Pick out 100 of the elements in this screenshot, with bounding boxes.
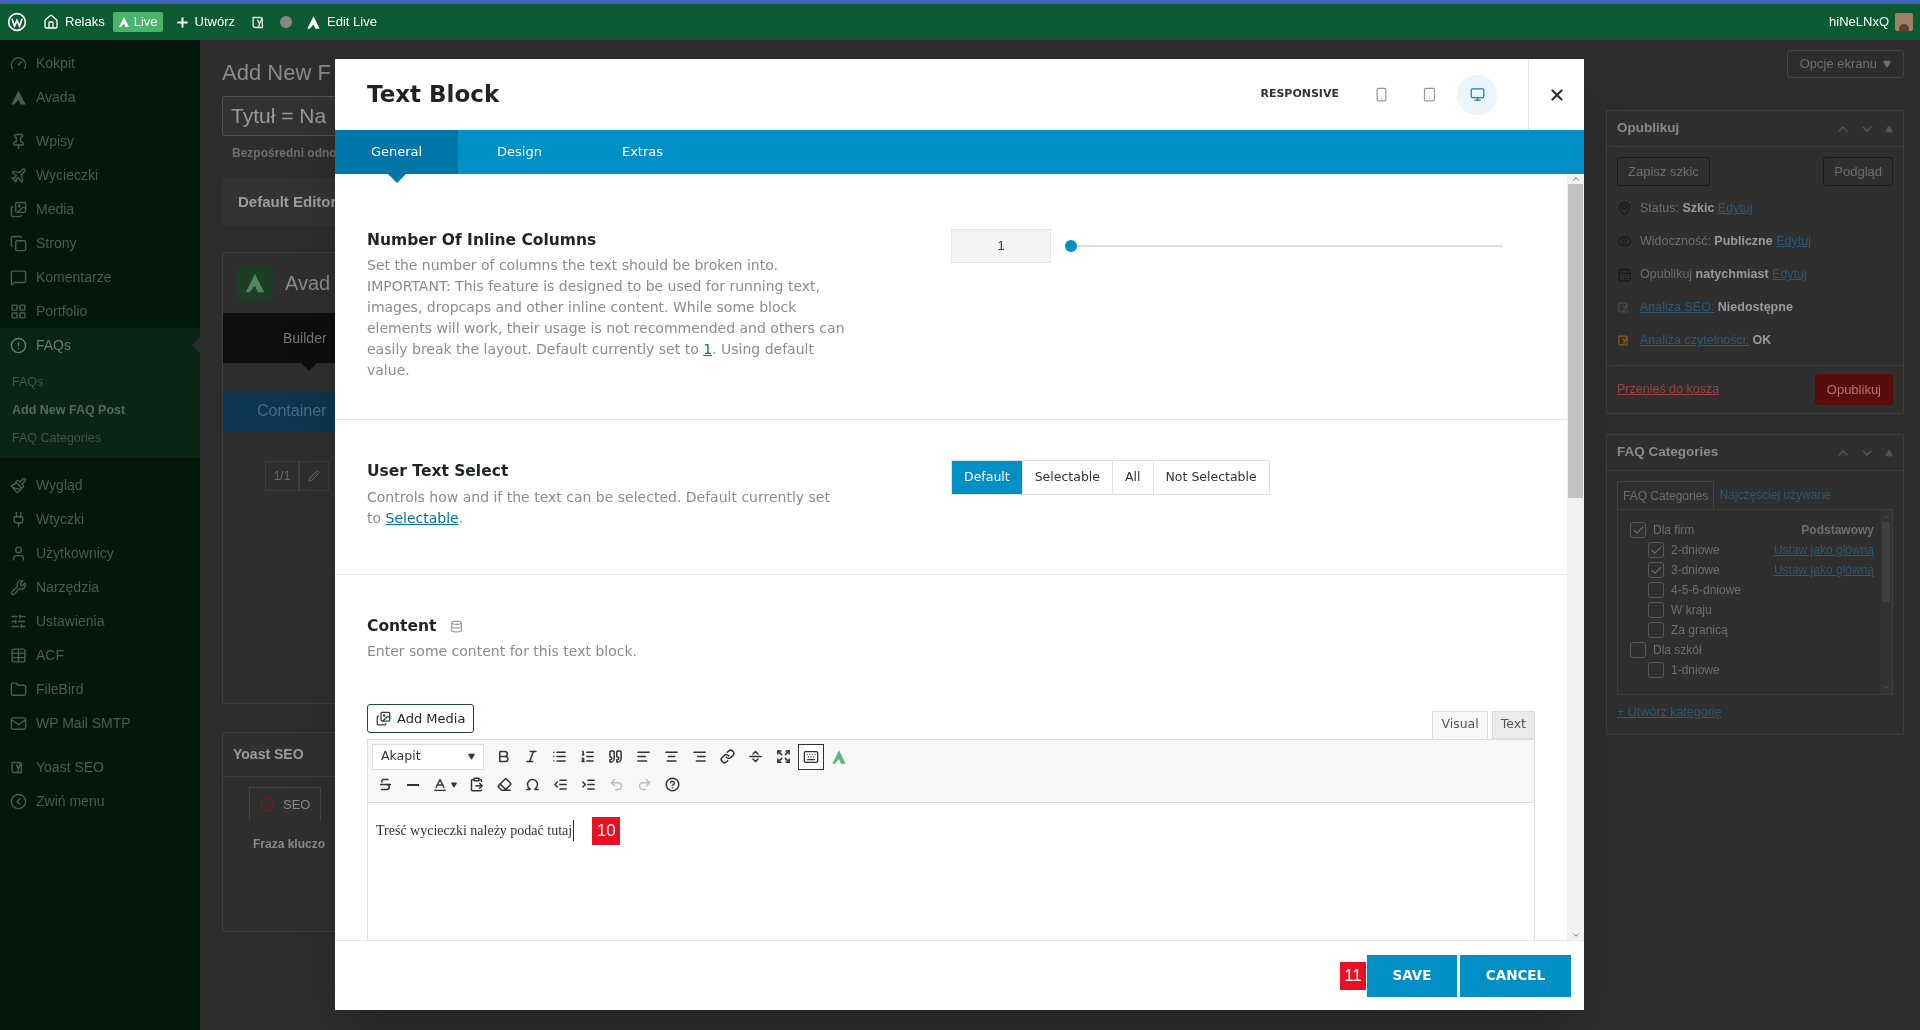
tab[interactable]: Design	[458, 130, 581, 174]
help-icon	[664, 777, 680, 793]
user-menu[interactable]: hiNeLNxQ	[1829, 12, 1913, 32]
sidebar-item[interactable]: Ustawienia	[0, 604, 200, 638]
checkbox[interactable]	[1648, 582, 1664, 598]
sidebar-item[interactable]: Narzędzia	[0, 570, 200, 604]
sidebar-item[interactable]: Użytkownicy	[0, 536, 200, 570]
edit-link[interactable]: Edytuj	[1776, 234, 1811, 249]
edit-link[interactable]: Edytuj	[1717, 201, 1753, 216]
publish-button[interactable]: Opublikuj	[1814, 374, 1893, 405]
checkbox[interactable]	[1648, 542, 1664, 558]
save-button[interactable]: SAVE	[1367, 954, 1457, 997]
edit-live-link[interactable]: Edit Live	[306, 12, 377, 32]
checkbox[interactable]	[1648, 602, 1664, 618]
analysis-link[interactable]: Analiza SEO:	[1640, 300, 1715, 315]
save-draft-button[interactable]: Zapisz szkic	[1617, 157, 1710, 186]
new-link[interactable]: Utwórz	[174, 12, 236, 32]
tab[interactable]: Extras	[581, 130, 704, 174]
category-label: Dla firm	[1653, 522, 1696, 539]
sidebar-item[interactable]: Zwiń menu	[0, 784, 200, 818]
collapse-icon[interactable]	[1885, 124, 1893, 133]
columns-slider[interactable]	[1065, 240, 1503, 252]
sidebar-item[interactable]: Wtyczki	[0, 502, 200, 536]
submenu-item[interactable]: FAQs	[0, 368, 200, 396]
category-label: 4-5-6-dniowe	[1671, 582, 1743, 599]
column-size-label[interactable]: 1/1	[265, 461, 299, 491]
sidebar-item[interactable]: WP Mail SMTP	[0, 706, 200, 740]
live-badge[interactable]: Live	[112, 12, 163, 32]
sad-face-icon	[260, 797, 275, 812]
sidebar-item[interactable]: FAQs	[0, 328, 200, 362]
device-button[interactable]	[1457, 74, 1497, 115]
align-right-icon	[691, 749, 707, 765]
italic-icon	[523, 749, 539, 765]
columns-value-field[interactable]: 1	[951, 229, 1051, 263]
preview-button[interactable]: Podgląd	[1823, 157, 1893, 186]
checkbox[interactable]	[1648, 562, 1664, 578]
make-primary-link[interactable]: Ustaw jako główną	[1773, 541, 1874, 559]
trash-link[interactable]: Przenieś do kosza	[1617, 380, 1720, 399]
cancel-button[interactable]: CANCEL	[1460, 954, 1571, 997]
checkbox[interactable]	[1630, 522, 1646, 538]
scrollbar[interactable]	[1880, 510, 1892, 694]
builder-tab[interactable]: Builder	[283, 327, 327, 349]
avada-icon	[10, 88, 27, 106]
dashboard-icon	[10, 54, 27, 72]
keyboard-icon	[803, 748, 819, 765]
sidebar-item[interactable]: Wygląd	[0, 468, 200, 502]
pages-icon	[10, 234, 27, 252]
edit-link[interactable]: Edytuj	[1772, 267, 1807, 282]
site-link[interactable]: Relaks	[43, 12, 105, 32]
editor-tab[interactable]: Visual	[1432, 710, 1488, 739]
option-description: Enter some content for this text block.	[367, 641, 638, 661]
redo-icon	[636, 777, 652, 793]
sidebar-item[interactable]: Yoast SEO	[0, 750, 200, 784]
sidebar-item[interactable]: Kokpit	[0, 46, 200, 80]
default-value-link[interactable]: 1	[703, 341, 713, 358]
sidebar-item[interactable]: Media	[0, 192, 200, 226]
special-character-icon	[524, 777, 540, 793]
edit-icon[interactable]	[308, 470, 320, 482]
sidebar-item[interactable]: Portfolio	[0, 294, 200, 328]
scroll-down-icon[interactable]	[1881, 682, 1891, 692]
table-icon	[10, 646, 27, 664]
format-select[interactable]: Akapit	[372, 743, 484, 770]
images-icon	[10, 200, 27, 218]
option-label: Number Of Inline Columns	[367, 230, 598, 251]
add-media-button[interactable]: Add Media	[367, 703, 475, 733]
sidebar-item[interactable]: FileBird	[0, 672, 200, 706]
checkbox[interactable]	[1648, 662, 1664, 678]
make-primary-link[interactable]: Ustaw jako główną	[1773, 561, 1874, 579]
sidebar-item[interactable]: ACF	[0, 638, 200, 672]
analysis-link[interactable]: Analiza czytelności:	[1640, 333, 1750, 348]
screen-options-button[interactable]: Opcje ekranu	[1786, 50, 1904, 78]
add-category-link[interactable]: + Utwórz kategorię	[1617, 703, 1903, 722]
phone-icon	[1373, 87, 1389, 102]
sidebar-item[interactable]: Strony	[0, 226, 200, 260]
submenu-item[interactable]: Add New FAQ Post	[0, 396, 200, 424]
wordpress-logo-icon[interactable]	[7, 12, 27, 32]
caret-icon	[451, 781, 457, 788]
sidebar-item[interactable]: Wpisy	[0, 124, 200, 158]
option-button[interactable]: Default	[952, 461, 1022, 495]
sidebar-item[interactable]: Wycieczki	[0, 158, 200, 192]
checkbox[interactable]	[1630, 642, 1646, 658]
scroll-up-icon[interactable]	[1570, 174, 1581, 184]
database-icon[interactable]	[450, 619, 464, 633]
scroll-up-icon[interactable]	[1881, 512, 1891, 522]
checkbox[interactable]	[1648, 622, 1664, 638]
option-description: Controls how and if the text can be selected. Default currently set to Selectable.	[367, 487, 831, 528]
scroll-down-icon[interactable]	[1570, 930, 1581, 940]
toolbar-toggle-button[interactable]	[798, 743, 824, 770]
scrollbar[interactable]	[1567, 174, 1584, 940]
submenu-item[interactable]: FAQ Categories	[0, 424, 200, 452]
slider-handle[interactable]	[1065, 240, 1077, 252]
default-value-link[interactable]: Selectable	[385, 509, 459, 526]
seo-tab[interactable]: SEO	[249, 787, 322, 821]
collapse-icon[interactable]	[1885, 448, 1893, 457]
category-tab[interactable]: FAQ Categories	[1617, 481, 1715, 509]
mail-icon	[10, 714, 27, 732]
category-tab[interactable]: Najczęściej używane	[1714, 481, 1836, 509]
sidebar-item[interactable]: Komentarze	[0, 260, 200, 294]
editor-tab[interactable]: Text	[1491, 710, 1535, 739]
sidebar-item[interactable]: Avada	[0, 80, 200, 114]
